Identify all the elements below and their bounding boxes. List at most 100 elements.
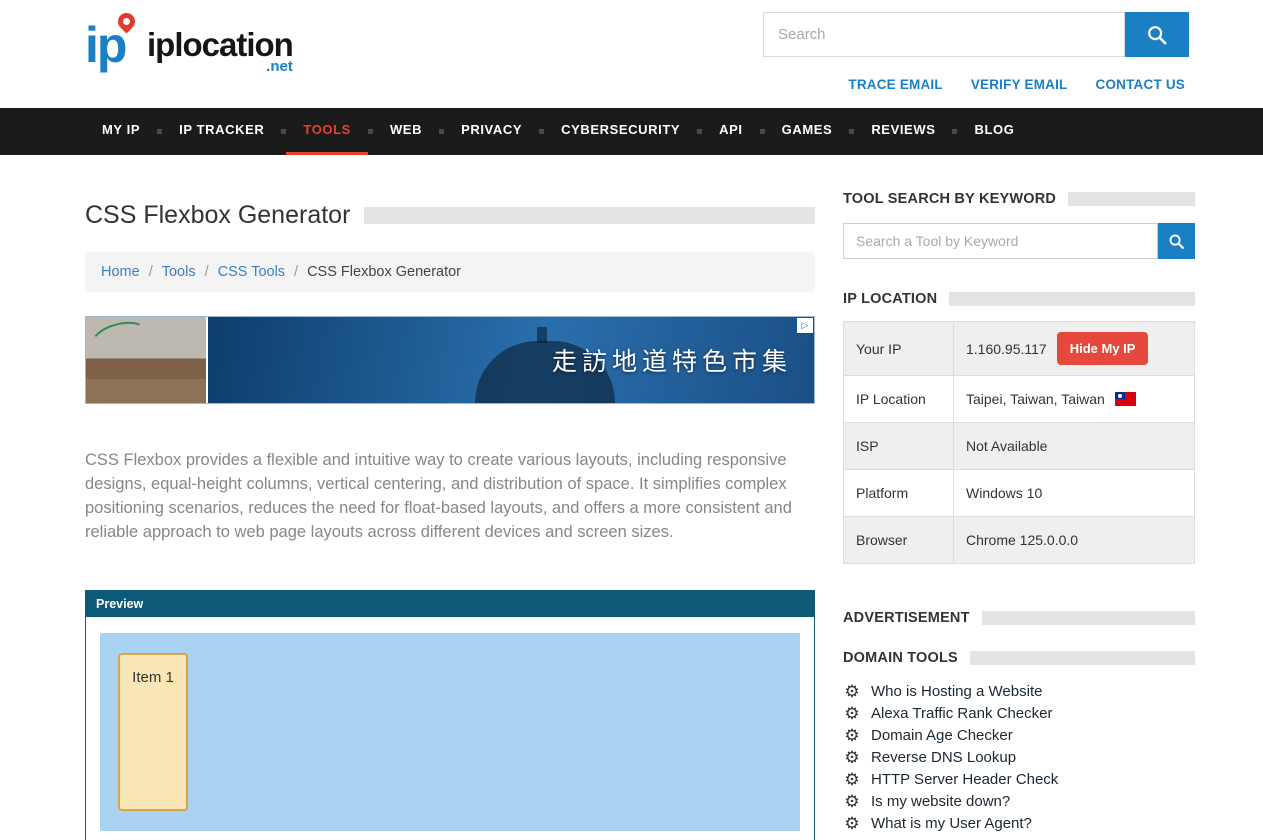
nav-item-my-ip[interactable]: MY IP xyxy=(85,108,157,155)
list-item: ⚙ HTTP Server Header Check xyxy=(843,768,1195,790)
heading-decorative-bar xyxy=(982,611,1195,625)
list-item: ⚙ Who is Hosting a Website xyxy=(843,680,1195,702)
list-item: ⚙ What is my User Agent? xyxy=(843,812,1195,834)
nav-item-privacy[interactable]: PRIVACY xyxy=(444,108,539,155)
heading-decorative-bar xyxy=(1068,192,1195,206)
ad-headline: 走訪地道特色市集 xyxy=(552,342,792,378)
tool-search-input[interactable] xyxy=(843,223,1158,259)
row-label: Browser xyxy=(844,517,954,563)
gear-icon: ⚙ xyxy=(843,683,861,700)
list-item: ⚙ Reverse DNS Lookup xyxy=(843,746,1195,768)
trace-email-link[interactable]: TRACE EMAIL xyxy=(848,77,942,92)
page-content: CSS Flexbox Generator Home / Tools / CSS… xyxy=(0,155,1263,840)
ad-main-image: 走訪地道特色市集 xyxy=(208,317,814,403)
nav-item-reviews[interactable]: REVIEWS xyxy=(854,108,952,155)
breadcrumb-tools[interactable]: Tools xyxy=(162,264,196,280)
header-links: TRACE EMAIL VERIFY EMAIL CONTACT US xyxy=(848,77,1185,92)
gear-icon: ⚙ xyxy=(843,793,861,810)
row-value: 1.160.95.117 Hide My IP xyxy=(954,322,1194,375)
domain-tool-http-header-link[interactable]: HTTP Server Header Check xyxy=(871,771,1058,788)
list-item: ⚙ Domain Age Checker xyxy=(843,724,1195,746)
flex-preview-container: Item 1 xyxy=(100,633,800,831)
nav-item-ip-tracker[interactable]: IP TRACKER xyxy=(162,108,281,155)
row-label: Platform xyxy=(844,470,954,516)
main-column: CSS Flexbox Generator Home / Tools / CSS… xyxy=(85,155,815,840)
list-item: ⚙ Alexa Traffic Rank Checker xyxy=(843,702,1195,724)
tool-search-button[interactable] xyxy=(1158,223,1195,259)
breadcrumb: Home / Tools / CSS Tools / CSS Flexbox G… xyxy=(85,252,815,292)
title-decorative-bar xyxy=(364,207,815,224)
advertisement-heading: ADVERTISEMENT xyxy=(843,610,1195,626)
row-value: Chrome 125.0.0.0 xyxy=(954,517,1194,563)
gear-icon: ⚙ xyxy=(843,705,861,722)
gear-icon: ⚙ xyxy=(843,749,861,766)
row-value: Windows 10 xyxy=(954,470,1194,516)
table-row: ISP Not Available xyxy=(844,423,1194,470)
ip-location-table: Your IP 1.160.95.117 Hide My IP IP Locat… xyxy=(843,321,1195,564)
contact-us-link[interactable]: CONTACT US xyxy=(1096,77,1186,92)
header-search xyxy=(763,12,1189,57)
main-nav: MY IP IP TRACKER TOOLS WEB PRIVACY CYBER… xyxy=(0,108,1263,155)
domain-tool-reverse-dns-link[interactable]: Reverse DNS Lookup xyxy=(871,749,1016,766)
title-row: CSS Flexbox Generator xyxy=(85,201,815,230)
logo-text: iplocation .net xyxy=(147,12,293,75)
header-search-button[interactable] xyxy=(1125,12,1189,57)
domain-tool-user-agent-link[interactable]: What is my User Agent? xyxy=(871,815,1032,832)
flexbox-preview-panel: Preview Item 1 xyxy=(85,590,815,840)
tool-search-heading: TOOL SEARCH BY KEYWORD xyxy=(843,191,1195,207)
domain-tool-hosting-link[interactable]: Who is Hosting a Website xyxy=(871,683,1042,700)
hide-my-ip-button[interactable]: Hide My IP xyxy=(1057,332,1149,365)
table-row: Your IP 1.160.95.117 Hide My IP xyxy=(844,322,1194,376)
gear-icon: ⚙ xyxy=(843,815,861,832)
breadcrumb-home[interactable]: Home xyxy=(101,264,140,280)
row-value: Not Available xyxy=(954,423,1194,469)
table-row: IP Location Taipei, Taiwan, Taiwan xyxy=(844,376,1194,423)
ad-photo-thumbnail xyxy=(86,317,208,403)
domain-tool-domain-age-link[interactable]: Domain Age Checker xyxy=(871,727,1013,744)
table-row: Browser Chrome 125.0.0.0 xyxy=(844,517,1194,563)
search-icon xyxy=(1168,233,1185,250)
gear-icon: ⚙ xyxy=(843,727,861,744)
ad-choices-icon[interactable]: ▷ xyxy=(797,318,813,333)
verify-email-link[interactable]: VERIFY EMAIL xyxy=(971,77,1068,92)
nav-item-web[interactable]: WEB xyxy=(373,108,439,155)
ad-decorative-curve xyxy=(87,316,154,364)
intro-paragraph: CSS Flexbox provides a flexible and intu… xyxy=(85,448,815,544)
nav-item-cybersecurity[interactable]: CYBERSECURITY xyxy=(544,108,697,155)
search-icon xyxy=(1146,24,1168,46)
breadcrumb-separator: / xyxy=(205,264,209,280)
nav-item-tools[interactable]: TOOLS xyxy=(286,108,368,155)
table-row: Platform Windows 10 xyxy=(844,470,1194,517)
domain-tool-website-down-link[interactable]: Is my website down? xyxy=(871,793,1010,810)
heading-decorative-bar xyxy=(949,292,1195,306)
gear-icon: ⚙ xyxy=(843,771,861,788)
tool-search-box xyxy=(843,223,1195,259)
header-search-input[interactable] xyxy=(763,12,1125,57)
ip-location-value: Taipei, Taiwan, Taiwan xyxy=(966,391,1105,407)
isp-value: Not Available xyxy=(966,438,1047,454)
nav-item-games[interactable]: GAMES xyxy=(765,108,850,155)
page-title: CSS Flexbox Generator xyxy=(85,201,350,230)
row-label: ISP xyxy=(844,423,954,469)
domain-tool-alexa-rank-link[interactable]: Alexa Traffic Rank Checker xyxy=(871,705,1052,722)
domain-tools-heading: DOMAIN TOOLS xyxy=(843,650,1195,666)
nav-item-blog[interactable]: BLOG xyxy=(957,108,1031,155)
nav-item-api[interactable]: API xyxy=(702,108,759,155)
row-label: Your IP xyxy=(844,322,954,375)
breadcrumb-css-tools[interactable]: CSS Tools xyxy=(218,264,285,280)
preview-panel-header: Preview xyxy=(86,591,814,617)
heading-decorative-bar xyxy=(970,651,1195,665)
platform-value: Windows 10 xyxy=(966,485,1042,501)
breadcrumb-current: CSS Flexbox Generator xyxy=(307,264,461,280)
row-label: IP Location xyxy=(844,376,954,422)
preview-panel-body: Item 1 xyxy=(86,617,814,840)
ip-location-heading: IP LOCATION xyxy=(843,291,1195,307)
logo-mark: ip xyxy=(85,12,145,78)
site-logo[interactable]: ip iplocation .net xyxy=(85,12,293,78)
row-value: Taipei, Taiwan, Taiwan xyxy=(954,376,1194,422)
ad-banner[interactable]: 走訪地道特色市集 ▷ xyxy=(85,316,815,404)
domain-tools-list: ⚙ Who is Hosting a Website ⚙ Alexa Traff… xyxy=(843,680,1195,834)
site-header: ip iplocation .net TRACE EMAIL VERIFY EM… xyxy=(0,0,1263,108)
list-item: ⚙ Is my website down? xyxy=(843,790,1195,812)
ip-address-value: 1.160.95.117 xyxy=(966,341,1047,357)
